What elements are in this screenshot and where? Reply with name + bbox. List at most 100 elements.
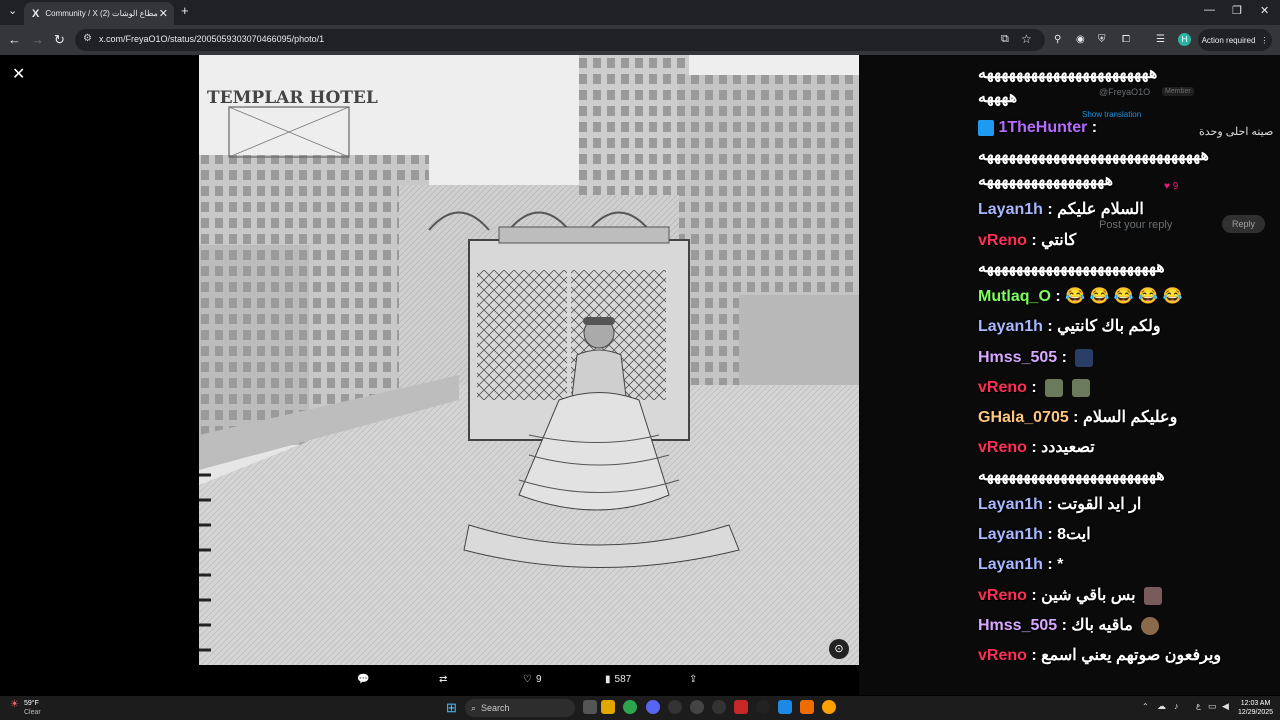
chat-line: Layan1h : السلام عليكم (978, 201, 1144, 218)
puzzle-icon[interactable]: ⧠ (1122, 34, 1130, 45)
url-text: x.com/FreyaO1O/status/200505930307046609… (99, 34, 325, 44)
chat-username[interactable]: Hmss_505 (978, 349, 1057, 366)
app-red-icon[interactable] (734, 700, 748, 714)
window-close-icon[interactable]: ✕ (1260, 4, 1269, 17)
discord-icon[interactable] (646, 700, 660, 714)
chat-line: ههههههههههههههههههههههههههههههه (978, 147, 1209, 164)
bookmark-star-icon[interactable]: ☆ (1021, 32, 1032, 46)
chat-line: ههههههههههههههههههههههههه (978, 259, 1165, 276)
chat-username[interactable]: Mutlaq_O (978, 288, 1051, 305)
chat-username[interactable]: Layan1h (978, 526, 1043, 543)
browser-tab[interactable]: X Community / X مطاع الوشات (2) ✕ (24, 2, 174, 25)
taskbar-clock[interactable]: 12:03 AM 12/29/2025 (1238, 699, 1273, 717)
app-icon[interactable] (668, 700, 682, 714)
chat-username[interactable]: vReno (978, 439, 1027, 456)
taskbar: ☀ 59°F Clear ⊞ ⌕ Search ⌃ ☁ ♪ ع ▭ ◀ 12:0… (0, 696, 1280, 720)
network-icon[interactable]: ▭ (1208, 701, 1217, 712)
share-icon[interactable]: ⇪ (689, 674, 697, 685)
views-count: 587 (614, 674, 632, 685)
weather-widget[interactable]: ☀ 59°F Clear (10, 699, 41, 717)
tab-search-icon[interactable]: ⌄ (8, 4, 17, 17)
reading-list-icon[interactable]: ☰ (1156, 34, 1165, 45)
chat-line: Hmss_505 : ماقيه باك (978, 616, 1160, 636)
new-tab-icon[interactable]: + (181, 3, 189, 18)
chrome-icon[interactable] (623, 700, 637, 714)
taskbar-search[interactable]: ⌕ Search (465, 699, 575, 717)
tweet-photo[interactable]: TEMPLAR HOTEL ⊙ (199, 55, 859, 665)
restore-icon[interactable]: ❐ (1232, 4, 1242, 17)
chat-line: vReno : بس باقي شين (978, 586, 1163, 606)
app-yellow-icon[interactable] (822, 700, 836, 714)
app-dark-icon[interactable] (756, 700, 770, 714)
views-button[interactable]: ▮ 587 (605, 674, 631, 685)
chat-username[interactable]: vReno (978, 647, 1027, 664)
tray-chevron-icon[interactable]: ⌃ (1142, 702, 1149, 711)
tweet-handle: @FreyaO1O (1099, 87, 1151, 97)
member-badge: Member (1162, 87, 1194, 96)
extension-icon[interactable]: ⚲ (1054, 34, 1061, 45)
weather-temp: 59°F (24, 700, 39, 707)
chat-username[interactable]: Layan1h (978, 556, 1043, 573)
cookie-icon[interactable]: ◉ (1076, 34, 1085, 45)
chat-line: ههههه (978, 89, 1018, 106)
tweet-like-button[interactable]: ♥ 9 (1164, 181, 1178, 192)
chat-message: ويرفعون صوتهم يعني اسمع (1041, 647, 1222, 664)
profile-avatar[interactable]: H (1178, 33, 1191, 46)
chat-username[interactable]: Layan1h (978, 201, 1043, 218)
app-blue-icon[interactable] (778, 700, 792, 714)
obs-icon[interactable] (690, 700, 704, 714)
keyboard-layout-icon[interactable]: ع (1196, 701, 1201, 710)
file-explorer-icon[interactable] (601, 700, 615, 714)
alt-grok-icon[interactable]: ⊙ (829, 639, 849, 659)
chat-message: السلام عليكم (1057, 201, 1144, 218)
chat-username[interactable]: vReno (978, 379, 1027, 396)
minimize-icon[interactable]: — (1204, 4, 1215, 16)
app-orange-icon[interactable] (800, 700, 814, 714)
chat-message: ار ايد القوتت (1057, 496, 1142, 513)
close-viewer-icon[interactable]: ✕ (12, 64, 25, 84)
tab-close-icon[interactable]: ✕ (159, 7, 168, 20)
chat-line: GHala_0705 : وعليكم السلام (978, 409, 1178, 426)
task-view-icon[interactable] (583, 700, 597, 714)
photo-action-bar: 💬 ⇄ ♡ 9 ▮ 587 ⇪ (199, 670, 859, 694)
volume-icon[interactable]: ◀ (1222, 701, 1229, 712)
windows-start-icon[interactable]: ⊞ (446, 700, 457, 716)
action-required-button[interactable]: Action required ⋮ (1198, 29, 1272, 51)
reply-icon[interactable]: 💬 (357, 674, 369, 685)
chat-line: Layan1h : ايت8 (978, 526, 1091, 543)
navigation-bar: ← → ↻ ⚙ x.com/FreyaO1O/status/2005059303… (0, 25, 1280, 55)
chat-message: ماقيه باك (1071, 617, 1133, 634)
tweet-like-count: 9 (1172, 181, 1179, 192)
github-icon[interactable] (712, 700, 726, 714)
chat-username[interactable]: GHala_0705 (978, 409, 1069, 426)
sketch-illustration: TEMPLAR HOTEL (199, 55, 859, 665)
tweet-text: صيته احلى وحدة (1199, 126, 1274, 138)
action-required-label: Action required (1201, 35, 1256, 45)
reply-button[interactable]: Reply (1222, 215, 1266, 233)
shield-icon[interactable]: ⛨ (1098, 34, 1106, 45)
clock-date: 12/29/2025 (1238, 709, 1274, 716)
microphone-icon[interactable]: ♪ (1174, 701, 1179, 711)
hotel-sign: TEMPLAR HOTEL (207, 88, 378, 108)
reload-icon[interactable]: ↻ (54, 32, 65, 48)
reply-input[interactable]: Post your reply (1099, 219, 1172, 231)
like-button[interactable]: ♡ 9 (523, 674, 542, 685)
back-icon[interactable]: ← (8, 32, 21, 47)
chat-username[interactable]: Layan1h (978, 318, 1043, 335)
address-bar[interactable]: ⚙ x.com/FreyaO1O/status/2005059303070466… (75, 29, 1045, 51)
chat-username[interactable]: vReno (978, 587, 1027, 604)
install-icon[interactable]: ⧉ (1001, 33, 1009, 46)
chat-message: وعليكم السلام (1082, 409, 1178, 426)
clock-time: 12:03 AM (1240, 700, 1271, 707)
chat-username[interactable]: Hmss_505 (978, 617, 1057, 634)
chat-username[interactable]: Layan1h (978, 496, 1043, 513)
chat-username[interactable]: 1TheHunter (998, 119, 1087, 136)
search-label: Search (481, 703, 510, 713)
like-count: 9 (535, 674, 542, 685)
retweet-icon[interactable]: ⇄ (439, 674, 447, 685)
chat-line: vReno : تصعيددد (978, 439, 1095, 456)
chat-username[interactable]: vReno (978, 232, 1027, 249)
forward-icon[interactable]: → (31, 32, 44, 47)
site-info-icon[interactable]: ⚙ (83, 33, 92, 44)
tray-app-icon[interactable]: ☁ (1157, 701, 1166, 712)
